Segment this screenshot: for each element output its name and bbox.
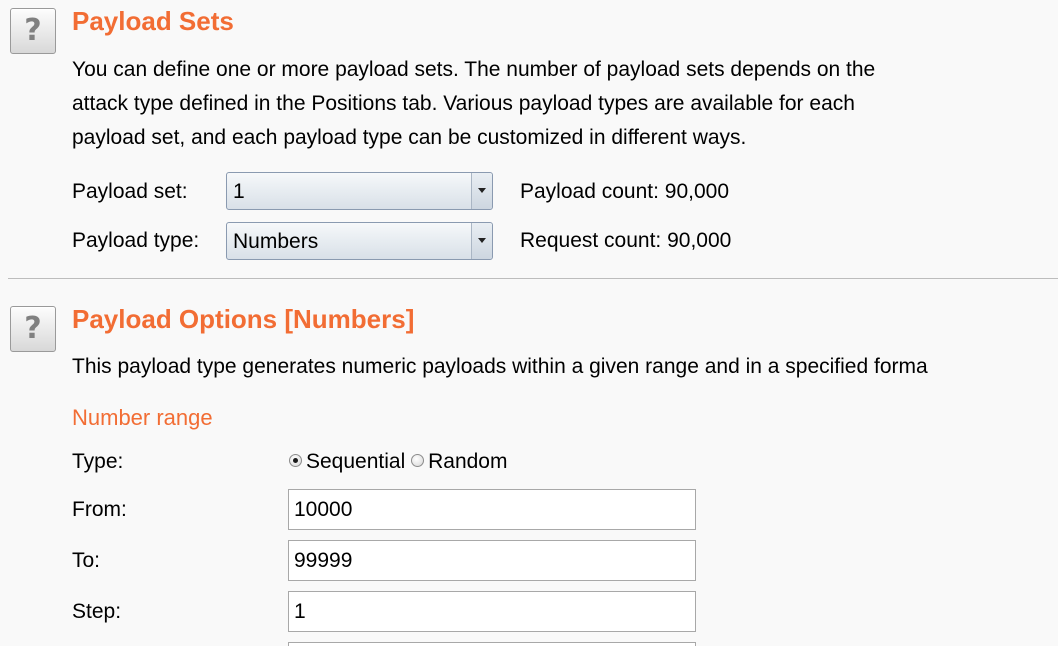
step-label: Step: xyxy=(72,600,122,623)
to-input[interactable] xyxy=(288,540,696,581)
payload-count: Payload count: 90,000 xyxy=(520,180,729,203)
next-field-partial[interactable] xyxy=(288,642,696,646)
dropdown-arrow-button[interactable] xyxy=(471,173,492,209)
payload-options-title: Payload Options [Numbers] xyxy=(72,304,415,334)
radio-unchecked-icon[interactable] xyxy=(411,453,425,467)
sequential-radio-option[interactable]: Sequential xyxy=(289,450,411,473)
chevron-down-icon xyxy=(478,238,486,243)
type-label: Type: xyxy=(72,450,124,473)
payload-sets-help-button[interactable]: ? xyxy=(10,8,56,54)
radio-checked-icon[interactable] xyxy=(289,453,302,467)
question-mark-icon: ? xyxy=(24,311,42,346)
payload-sets-description: You can define one or more payload sets.… xyxy=(72,53,875,155)
request-count: Request count: 90,000 xyxy=(520,229,732,252)
random-label[interactable]: Random xyxy=(428,450,507,473)
payload-set-label: Payload set: xyxy=(72,180,188,203)
payload-type-value: Numbers xyxy=(233,230,319,253)
from-label: From: xyxy=(72,498,127,521)
description-line: payload set, and each payload type can b… xyxy=(72,126,747,149)
section-divider xyxy=(8,278,1058,279)
type-radio-group: Sequential Random xyxy=(289,449,507,475)
question-mark-icon: ? xyxy=(24,13,42,48)
description-line: attack type defined in the Positions tab… xyxy=(72,92,855,115)
payload-options-help-button[interactable]: ? xyxy=(10,306,56,352)
payload-sets-title: Payload Sets xyxy=(72,6,234,36)
payload-type-dropdown[interactable]: Numbers xyxy=(226,222,493,260)
payload-set-value: 1 xyxy=(233,180,245,203)
dropdown-arrow-button[interactable] xyxy=(471,223,492,259)
chevron-down-icon xyxy=(478,188,486,193)
random-radio-option[interactable]: Random xyxy=(411,450,507,473)
from-input[interactable] xyxy=(288,489,696,530)
number-range-heading: Number range xyxy=(72,405,213,430)
sequential-label[interactable]: Sequential xyxy=(306,450,405,473)
payload-type-label: Payload type: xyxy=(72,229,200,252)
payload-set-dropdown[interactable]: 1 xyxy=(226,172,493,210)
description-line: You can define one or more payload sets.… xyxy=(72,58,876,81)
to-label: To: xyxy=(72,549,101,572)
step-input[interactable] xyxy=(288,591,696,632)
payload-options-description: This payload type generates numeric payl… xyxy=(72,355,928,378)
